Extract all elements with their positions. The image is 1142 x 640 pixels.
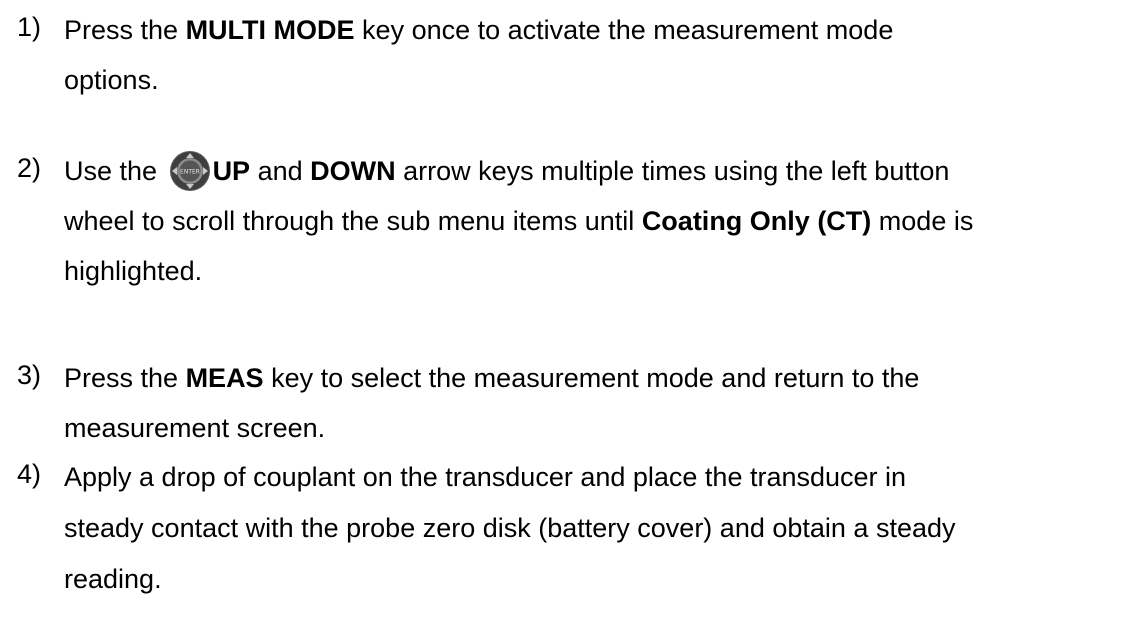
text-run: reading. [64, 564, 162, 594]
step-number: 2) [17, 153, 42, 183]
step-text: Press the MEAS key to select the measure… [64, 353, 1139, 453]
text-line: measurement screen. [64, 403, 1139, 453]
step-text: Press the MULTI MODE key once to activat… [64, 5, 1139, 105]
step-number: 1) [17, 12, 42, 42]
text-run: options. [64, 65, 159, 95]
text-line: options. [64, 55, 1139, 105]
text-line: steady contact with the probe zero disk … [64, 503, 1139, 554]
instruction-document: 1) Press the MULTI MODE key once to acti… [0, 0, 1142, 640]
text-run: and [250, 156, 311, 186]
text-line: Apply a drop of couplant on the transduc… [64, 452, 1139, 503]
text-line: wheel to scroll through the sub menu ite… [64, 196, 1139, 246]
text-run: steady contact with the probe zero disk … [64, 513, 956, 543]
step-number: 3) [17, 360, 42, 390]
key-name: MULTI MODE [185, 15, 355, 45]
text-run: arrow keys multiple times using the left… [395, 156, 950, 186]
text-run: wheel to scroll through the sub menu ite… [64, 206, 642, 236]
dpad-center-label: ENTER [180, 169, 200, 176]
key-name: MEAS [185, 363, 264, 393]
key-name: DOWN [310, 156, 396, 186]
text-run: Press the [64, 363, 186, 393]
text-run: Apply a drop of couplant on the transduc… [64, 462, 907, 492]
text-run: highlighted. [64, 256, 203, 286]
key-name: Coating Only (CT) [641, 206, 872, 236]
text-run: measurement screen. [64, 413, 326, 443]
text-line: Press the MULTI MODE key once to activat… [64, 5, 1139, 55]
text-run: Press the [64, 15, 186, 45]
text-run: key once to activate the measurement mod… [354, 15, 894, 45]
step-text: Use the ENTER UP and DOWN arrow keys mul… [64, 146, 1139, 296]
text-line: Use the ENTER UP and DOWN arrow keys mul… [64, 146, 1139, 196]
text-run: mode is [871, 206, 974, 236]
text-line: Press the MEAS key to select the measure… [64, 353, 1139, 403]
dpad-enter-icon: ENTER [169, 151, 210, 191]
text-run: key to select the measurement mode and r… [263, 363, 920, 393]
step-number: 4) [17, 459, 42, 489]
key-name: UP [212, 156, 251, 186]
text-run: Use the [64, 156, 165, 186]
text-line: reading. [64, 554, 1139, 605]
step-text: Apply a drop of couplant on the transduc… [64, 452, 1139, 605]
text-line: highlighted. [64, 246, 1139, 296]
